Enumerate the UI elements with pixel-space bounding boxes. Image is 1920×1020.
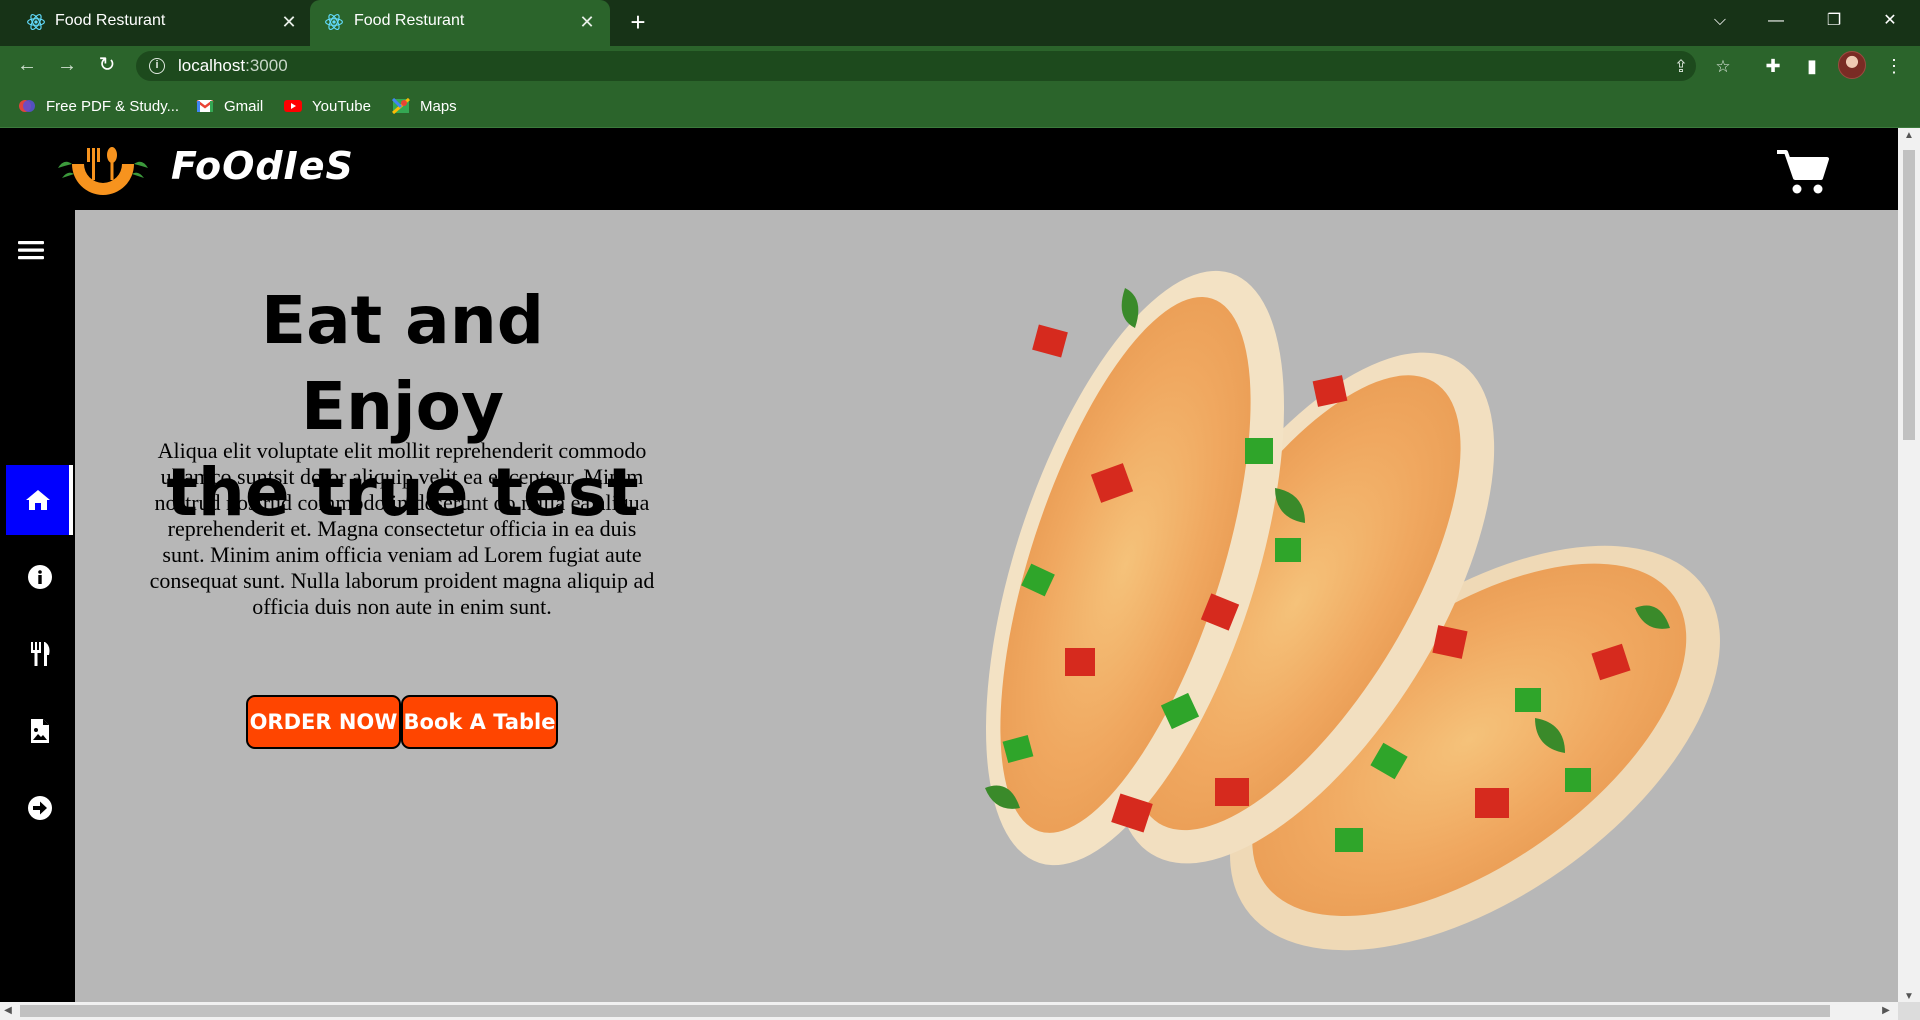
sidebar-item-logout[interactable] [6, 773, 73, 843]
page-viewport: FoOdIeS Eat and Enjoy the true test Aliq… [0, 128, 1920, 1020]
maps-icon [392, 98, 410, 114]
site-header: FoOdIeS [0, 128, 1898, 210]
book-table-button[interactable]: Book A Table [401, 695, 558, 749]
info-icon [27, 565, 52, 589]
tab-close-icon[interactable]: ✕ [576, 11, 598, 33]
sidebar-item-about[interactable] [6, 542, 73, 612]
arrow-right-circle-icon [27, 796, 52, 820]
sidebar-item-menu[interactable] [6, 619, 73, 689]
reload-icon[interactable]: ↻ [92, 50, 122, 80]
bookmark-item[interactable]: Maps [392, 96, 457, 116]
bookmarks-bar: Free PDF & Study... Gmail YouTube Maps [0, 84, 1920, 128]
new-tab-button[interactable]: + [624, 8, 652, 36]
utensils-icon [30, 642, 49, 666]
cart-icon[interactable] [1775, 148, 1829, 196]
close-window-icon[interactable]: ✕ [1870, 6, 1910, 36]
address-bar[interactable]: i localhost:3000 ⇪ ☆ [136, 51, 1731, 81]
extensions-icon[interactable]: ✚ [1761, 54, 1785, 78]
youtube-icon [284, 100, 302, 112]
gmail-icon [196, 100, 214, 112]
brand-name[interactable]: FoOdIeS [171, 144, 354, 188]
side-panel-icon[interactable]: ▮ [1800, 54, 1824, 78]
back-icon[interactable]: ← [12, 50, 42, 80]
browser-toolbar: ← → ↻ i localhost:3000 ⇪ ☆ ✚ ▮ ⋮ [0, 46, 1920, 84]
browser-tab[interactable]: Food Resturant ✕ [0, 0, 310, 46]
scrollbar-corner [1898, 1002, 1920, 1020]
bookmark-item[interactable]: Free PDF & Study... [18, 96, 179, 116]
browser-menu-icon[interactable]: ⋮ [1882, 54, 1906, 78]
scroll-left-icon[interactable]: ◀ [0, 1002, 16, 1020]
react-icon [27, 14, 45, 30]
share-icon[interactable]: ⇪ [1670, 56, 1692, 78]
horizontal-scrollbar[interactable]: ◀ ▶ [0, 1002, 1898, 1020]
tab-title: Food Resturant [55, 12, 166, 29]
site-info-icon[interactable]: i [149, 58, 165, 74]
sidebar-item-gallery[interactable] [6, 696, 73, 766]
hamburger-menu-icon[interactable] [18, 238, 44, 262]
tab-search-icon[interactable]: ⌵ [1700, 6, 1740, 36]
browser-tab-strip: Food Resturant ✕ Food Resturant ✕ + ⌵ — … [0, 0, 1920, 46]
scroll-up-icon[interactable]: ▲ [1898, 128, 1920, 144]
address-url[interactable]: localhost:3000 [178, 56, 288, 76]
side-navigation [0, 210, 75, 1020]
hero-description: Aliqua elit voluptate elit mollit repreh… [149, 438, 655, 619]
bookmark-label: Gmail [224, 97, 264, 115]
forward-icon[interactable]: → [52, 50, 82, 80]
order-now-button[interactable]: ORDER NOW [246, 695, 401, 749]
bookmark-star-icon[interactable]: ☆ [1712, 56, 1734, 78]
vertical-scrollbar[interactable]: ▲ ▼ [1898, 128, 1920, 1005]
bookmark-label: YouTube [312, 97, 371, 115]
bookmark-item[interactable]: Gmail [196, 96, 263, 116]
horizontal-scroll-thumb[interactable] [20, 1005, 1830, 1017]
react-icon [325, 14, 343, 30]
home-icon [25, 490, 50, 510]
restore-icon[interactable]: ❐ [1814, 6, 1854, 36]
file-image-icon [30, 719, 49, 743]
tab-close-icon[interactable]: ✕ [278, 11, 300, 33]
pdf-icon [19, 100, 35, 112]
minimize-icon[interactable]: — [1756, 6, 1796, 36]
bookmark-label: Free PDF & Study... [46, 97, 180, 115]
bookmark-label: Maps [420, 97, 457, 115]
tab-title: Food Resturant [354, 12, 465, 29]
browser-tab-active[interactable]: Food Resturant ✕ [310, 0, 610, 46]
sidebar-item-home[interactable] [6, 465, 73, 535]
logo-icon [58, 147, 148, 195]
tacos-image [985, 270, 1720, 951]
scroll-right-icon[interactable]: ▶ [1878, 1002, 1894, 1020]
hero-title-line: Eat and Enjoy [261, 282, 544, 445]
profile-avatar[interactable] [1838, 51, 1866, 79]
vertical-scroll-thumb[interactable] [1903, 150, 1915, 440]
bookmark-item[interactable]: YouTube [284, 96, 371, 116]
